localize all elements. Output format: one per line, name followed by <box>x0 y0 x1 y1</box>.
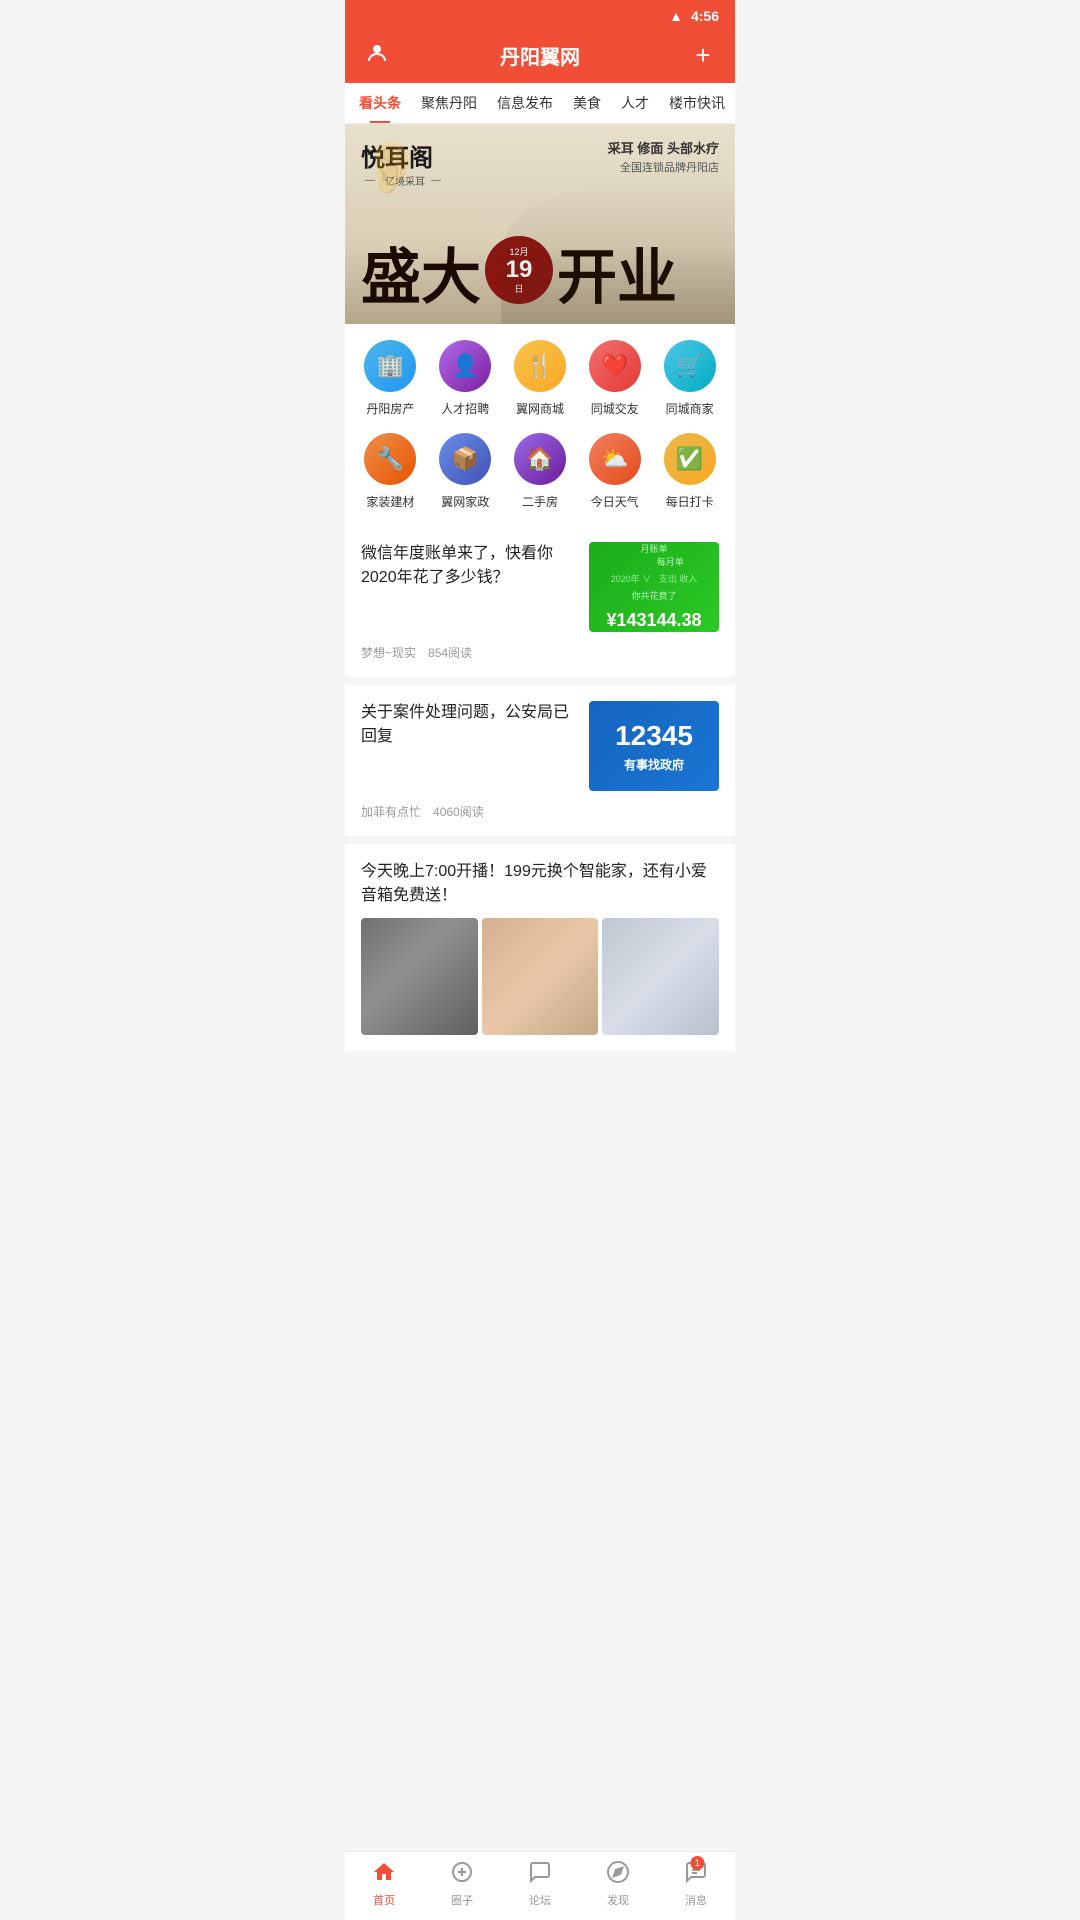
bottom-nav: 首页 圈子 论坛 发现 <box>345 1851 735 1920</box>
banner-overlay <box>501 184 735 324</box>
discover-label: 发现 <box>607 1892 629 1908</box>
app-title: 丹阳翼网 <box>393 41 687 70</box>
mall-label: 翼网商城 <box>516 400 564 417</box>
message-badge: 1 <box>690 1856 704 1870</box>
news-feed: 微信年度账单来了，快看你2020年花了多少钱？ 月账单 每月单 2020年 ∨ … <box>345 526 735 1051</box>
app-header: 丹阳翼网 + <box>345 32 735 83</box>
weather-icon: ⛅ <box>589 433 641 485</box>
icon-property[interactable]: 🏢 丹阳房产 <box>353 340 428 417</box>
news-img-3-1 <box>361 918 478 1035</box>
news-reads-1: 854阅读 <box>428 644 472 661</box>
icon-secondhand[interactable]: 🏠 二手房 <box>503 433 578 510</box>
icon-social[interactable]: ❤️ 同城交友 <box>577 340 652 417</box>
news-item-3[interactable]: 今天晚上7:00开播！199元换个智能家，还有小爱音箱免费送！ <box>345 844 735 1051</box>
decoration-label: 家装建材 <box>366 493 414 510</box>
banner-ear-decoration: 👂 <box>356 133 428 202</box>
bottom-nav-message[interactable]: 1 消息 <box>657 1852 735 1920</box>
checkin-label: 每日打卡 <box>666 493 714 510</box>
tab-headlines[interactable]: 看头条 <box>349 83 411 123</box>
wechat-thumb: 月账单 每月单 2020年 ∨ 支出 收入 你共花费了 ¥143144.38 <box>589 542 719 632</box>
tab-info[interactable]: 信息发布 <box>487 83 563 123</box>
icon-weather[interactable]: ⛅ 今日天气 <box>577 433 652 510</box>
banner-text1: 盛大 <box>361 248 481 308</box>
icon-mall[interactable]: 🍴 翼网商城 <box>503 340 578 417</box>
news-img-3-2 <box>482 918 599 1035</box>
plus-icon[interactable]: + <box>687 40 719 71</box>
social-label: 同城交友 <box>591 400 639 417</box>
circle-icon <box>450 1860 474 1890</box>
bottom-nav-discover[interactable]: 发现 <box>579 1852 657 1920</box>
message-label: 消息 <box>685 1892 707 1908</box>
weather-label: 今日天气 <box>591 493 639 510</box>
mall-icon: 🍴 <box>514 340 566 392</box>
status-bar: ▲ 4:56 <box>345 0 735 32</box>
discover-icon <box>606 1860 630 1890</box>
tab-property[interactable]: 楼市快讯 <box>659 83 735 123</box>
icon-decoration[interactable]: 🔧 家装建材 <box>353 433 428 510</box>
wifi-icon: ▲ <box>669 8 683 24</box>
news-item-1[interactable]: 微信年度账单来了，快看你2020年花了多少钱？ 月账单 每月单 2020年 ∨ … <box>345 526 735 677</box>
checkin-icon: ✅ <box>664 433 716 485</box>
user-icon[interactable] <box>361 41 393 71</box>
icon-homeservice[interactable]: 📦 翼网家政 <box>428 433 503 510</box>
news-img-3-3 <box>602 918 719 1035</box>
wechat-amount: ¥143144.38 <box>606 610 701 631</box>
decoration-icon: 🔧 <box>364 433 416 485</box>
police-number: 12345 <box>615 720 693 752</box>
secondhand-label: 二手房 <box>522 493 558 510</box>
news-item-1-row: 微信年度账单来了，快看你2020年花了多少钱？ 月账单 每月单 2020年 ∨ … <box>361 542 719 632</box>
recruitment-icon: 👤 <box>439 340 491 392</box>
news-author-2: 加菲有点忙 <box>361 803 421 820</box>
forum-label: 论坛 <box>529 1892 551 1908</box>
police-thumb: 12345 有事找政府 <box>589 701 719 791</box>
news-author-1: 梦想~现实 <box>361 644 416 661</box>
forum-icon <box>528 1860 552 1890</box>
merchants-label: 同城商家 <box>666 400 714 417</box>
circle-label: 圈子 <box>451 1892 473 1908</box>
banner-right-info: 采耳 修面 头部水疗 全国连锁品牌丹阳店 <box>608 138 719 188</box>
tab-food[interactable]: 美食 <box>563 83 611 123</box>
icon-checkin[interactable]: ✅ 每日打卡 <box>652 433 727 510</box>
home-icon <box>372 1860 396 1890</box>
banner-service: 采耳 修面 头部水疗 <box>608 138 719 157</box>
homeservice-icon: 📦 <box>439 433 491 485</box>
news-title-2: 关于案件处理问题，公安局已回复 <box>361 701 577 749</box>
nav-tabs: 看头条 聚焦丹阳 信息发布 美食 人才 楼市快讯 翼网优选 ☰ <box>345 83 735 124</box>
merchants-icon: 🛒 <box>664 340 716 392</box>
news-reads-2: 4060阅读 <box>433 803 484 820</box>
property-icon: 🏢 <box>364 340 416 392</box>
main-content: 👂 悦耳阁 — 亿境采耳 — 采耳 修面 头部水疗 全国连锁品牌丹阳店 盛大 1… <box>345 124 735 1119</box>
icon-grid: 🏢 丹阳房产 👤 人才招聘 🍴 翼网商城 ❤️ 同城交友 🛒 同城商家 🔧 家装… <box>345 324 735 526</box>
recruitment-label: 人才招聘 <box>441 400 489 417</box>
status-time: 4:56 <box>691 8 719 24</box>
icon-merchants[interactable]: 🛒 同城商家 <box>652 340 727 417</box>
secondhand-icon: 🏠 <box>514 433 566 485</box>
news-item-2-row: 关于案件处理问题，公安局已回复 12345 有事找政府 <box>361 701 719 791</box>
news-meta-2: 加菲有点忙 4060阅读 <box>361 803 719 820</box>
news-title-1: 微信年度账单来了，快看你2020年花了多少钱？ <box>361 542 577 590</box>
social-icon: ❤️ <box>589 340 641 392</box>
homeservice-label: 翼网家政 <box>441 493 489 510</box>
banner-location: 全国连锁品牌丹阳店 <box>608 159 719 175</box>
tab-talent[interactable]: 人才 <box>611 83 659 123</box>
bottom-nav-home[interactable]: 首页 <box>345 1852 423 1920</box>
news-thumb-1: 月账单 每月单 2020年 ∨ 支出 收入 你共花费了 ¥143144.38 <box>589 542 719 632</box>
icon-recruitment[interactable]: 👤 人才招聘 <box>428 340 503 417</box>
news-images-3 <box>361 918 719 1035</box>
police-sub: 有事找政府 <box>624 756 684 773</box>
banner[interactable]: 👂 悦耳阁 — 亿境采耳 — 采耳 修面 头部水疗 全国连锁品牌丹阳店 盛大 1… <box>345 124 735 324</box>
bottom-nav-circle[interactable]: 圈子 <box>423 1852 501 1920</box>
tab-focus[interactable]: 聚焦丹阳 <box>411 83 487 123</box>
bottom-nav-forum[interactable]: 论坛 <box>501 1852 579 1920</box>
news-item-2[interactable]: 关于案件处理问题，公安局已回复 12345 有事找政府 加菲有点忙 4060阅读 <box>345 685 735 836</box>
property-label: 丹阳房产 <box>366 400 414 417</box>
news-title-3: 今天晚上7:00开播！199元换个智能家，还有小爱音箱免费送！ <box>361 863 707 904</box>
news-meta-1: 梦想~现实 854阅读 <box>361 644 719 661</box>
news-thumb-2: 12345 有事找政府 <box>589 701 719 791</box>
home-label: 首页 <box>373 1892 395 1908</box>
